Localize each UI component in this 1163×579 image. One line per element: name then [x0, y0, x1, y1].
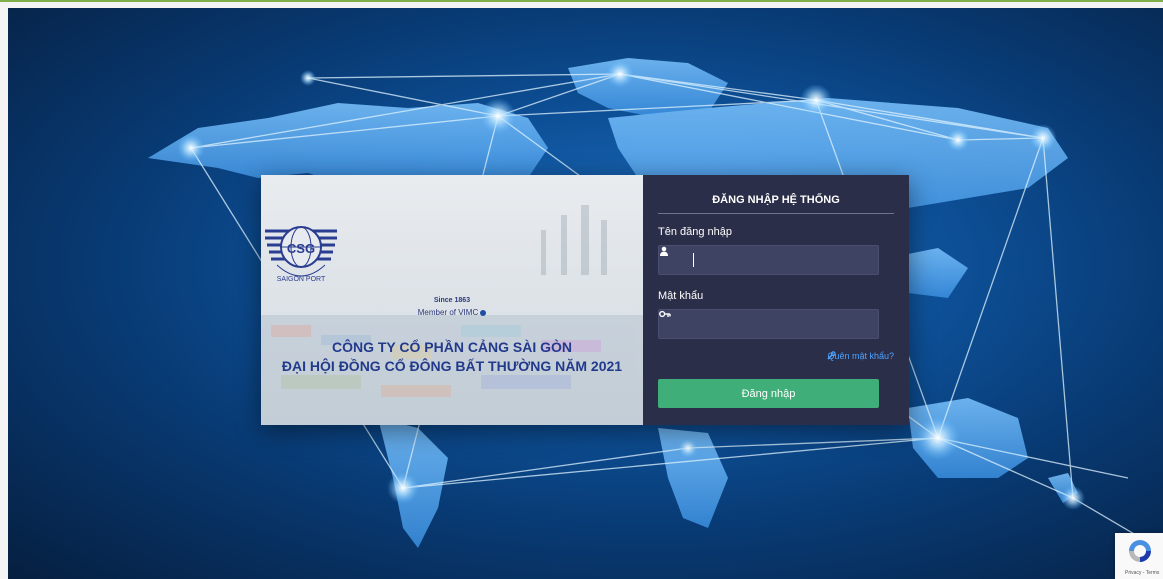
recaptcha-logo-icon — [1129, 540, 1151, 562]
text-caret — [693, 253, 694, 267]
wrench-icon — [827, 351, 837, 360]
member-text: Member of VIMC — [261, 308, 643, 317]
meeting-title: ĐẠI HỘI ĐỒNG CỔ ĐÔNG BẤT THƯỜNG NĂM 2021 — [281, 358, 623, 374]
background-world-map: CSG SAIGON PORT Since 1863 Member of VIM… — [8, 8, 1163, 579]
username-label: Tên đăng nhập — [658, 226, 733, 238]
logo-initials: CSG — [287, 241, 315, 256]
recaptcha-terms[interactable]: Privacy - Terms — [1125, 570, 1159, 576]
page: CSG SAIGON PORT Since 1863 Member of VIM… — [0, 0, 1163, 579]
company-name: CÔNG TY CỔ PHẦN CẢNG SÀI GÒN — [331, 339, 573, 355]
recaptcha-badge[interactable]: Privacy - Terms — [1115, 533, 1163, 579]
forgot-password-link[interactable]: Quên mật khẩu? — [827, 351, 894, 361]
password-input[interactable] — [689, 310, 876, 338]
login-panel: ĐĂNG NHẬP HỆ THỐNG Tên đăng nhập Mật khẩ… — [643, 175, 909, 425]
forgot-password-label: Quên mật khẩu? — [827, 351, 894, 361]
top-strip — [0, 0, 1163, 2]
password-label: Mật khẩu — [658, 290, 704, 302]
user-icon — [659, 246, 689, 274]
csg-logo-icon: CSG SAIGON PORT — [265, 226, 337, 283]
login-card: CSG SAIGON PORT Since 1863 Member of VIM… — [261, 175, 909, 425]
login-title: ĐĂNG NHẬP HỆ THỐNG — [712, 194, 840, 206]
vimc-dot-icon — [480, 309, 487, 316]
since-text: Since 1863 — [433, 297, 471, 304]
logo-ring-text: SAIGON PORT — [277, 276, 326, 283]
company-panel: CSG SAIGON PORT Since 1863 Member of VIM… — [261, 175, 643, 425]
username-input[interactable] — [689, 246, 876, 274]
key-icon — [659, 310, 689, 338]
username-field[interactable] — [658, 245, 879, 275]
title-divider — [658, 213, 894, 214]
login-button[interactable]: Đăng nhập — [658, 379, 879, 408]
member-label: Member of VIMC — [417, 308, 479, 317]
password-field[interactable] — [658, 309, 879, 339]
